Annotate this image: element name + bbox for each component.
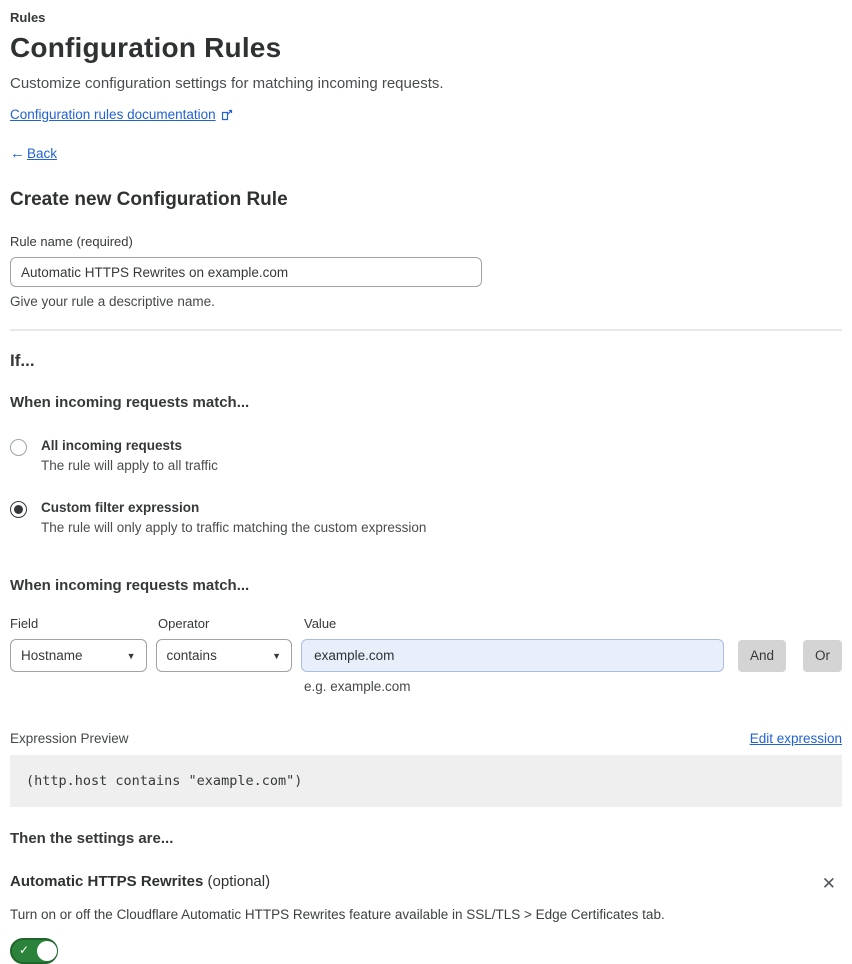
operator-select[interactable]: contains ▼ (155, 639, 293, 672)
value-helper: e.g. example.com (304, 679, 411, 694)
radio-icon[interactable] (10, 501, 27, 518)
page-subtitle: Customize configuration settings for mat… (10, 75, 444, 92)
setting-card-header: Automatic HTTPS Rewrites (optional) ✕ (10, 873, 842, 894)
toggle-knob[interactable] (37, 941, 57, 961)
page-title: Configuration Rules (10, 32, 282, 63)
field-label: Field (10, 616, 39, 631)
https-rewrites-toggle[interactable]: ✓ (10, 938, 58, 964)
external-link-icon (221, 109, 233, 121)
field-select[interactable]: Hostname ▼ (10, 639, 147, 672)
edit-expression-link[interactable]: Edit expression (750, 731, 842, 746)
setting-optional-tag: (optional) (207, 873, 271, 890)
setting-description: Turn on or off the Cloudflare Automatic … (10, 907, 665, 922)
expression-code: (http.host contains "example.com") (26, 773, 303, 789)
close-icon[interactable]: ✕ (816, 873, 842, 894)
radio-label: All incoming requests (41, 438, 183, 453)
setting-name: Automatic HTTPS Rewrites (10, 873, 204, 890)
radio-all-incoming-requests[interactable]: All incoming requests The rule will appl… (10, 438, 842, 473)
then-settings-heading: Then the settings are... (10, 830, 174, 847)
back-link[interactable]: Back (27, 146, 57, 161)
builder-row: Hostname ▼ contains ▼ And Or (10, 639, 842, 672)
back-row: ← Back (10, 145, 842, 162)
expression-preview-label: Expression Preview (10, 731, 129, 746)
value-input[interactable] (301, 639, 724, 672)
rule-name-input[interactable] (10, 257, 482, 287)
expression-code-block: (http.host contains "example.com") (10, 755, 842, 807)
operator-label: Operator (158, 616, 210, 631)
value-label: Value (304, 616, 337, 631)
radio-description: The rule will apply to all traffic (41, 458, 218, 473)
rule-name-label: Rule name (required) (10, 234, 133, 249)
radio-label: Custom filter expression (41, 500, 200, 515)
builder-labels: Field Operator Value (10, 616, 842, 631)
rule-name-helper: Give your rule a descriptive name. (10, 294, 215, 309)
breadcrumb: Rules (10, 10, 46, 25)
when-requests-match-heading: When incoming requests match... (10, 394, 250, 411)
back-arrow-icon: ← (10, 145, 25, 162)
chevron-down-icon: ▼ (126, 650, 136, 661)
configuration-rules-page: Rules Configuration Rules Customize conf… (0, 0, 852, 964)
builder-heading: When incoming requests match... (10, 577, 250, 594)
expression-preview-row: Expression Preview Edit expression (10, 731, 842, 746)
radio-description: The rule will only apply to traffic matc… (41, 520, 427, 535)
and-button[interactable]: And (737, 639, 786, 672)
operator-select-value: contains (166, 648, 217, 663)
check-icon: ✓ (19, 943, 30, 957)
field-select-value: Hostname (21, 648, 83, 663)
radio-icon[interactable] (10, 439, 27, 456)
radio-custom-filter-expression[interactable]: Custom filter expression The rule will o… (10, 500, 842, 535)
chevron-down-icon: ▼ (272, 650, 282, 661)
configuration-rules-documentation-link[interactable]: Configuration rules documentation (10, 107, 216, 122)
create-rule-heading: Create new Configuration Rule (10, 189, 288, 210)
section-divider (10, 329, 842, 331)
doc-link-row: Configuration rules documentation (10, 107, 842, 122)
or-button[interactable]: Or (803, 639, 842, 672)
setting-card-title: Automatic HTTPS Rewrites (optional) (10, 873, 270, 890)
if-heading: If... (10, 351, 35, 370)
